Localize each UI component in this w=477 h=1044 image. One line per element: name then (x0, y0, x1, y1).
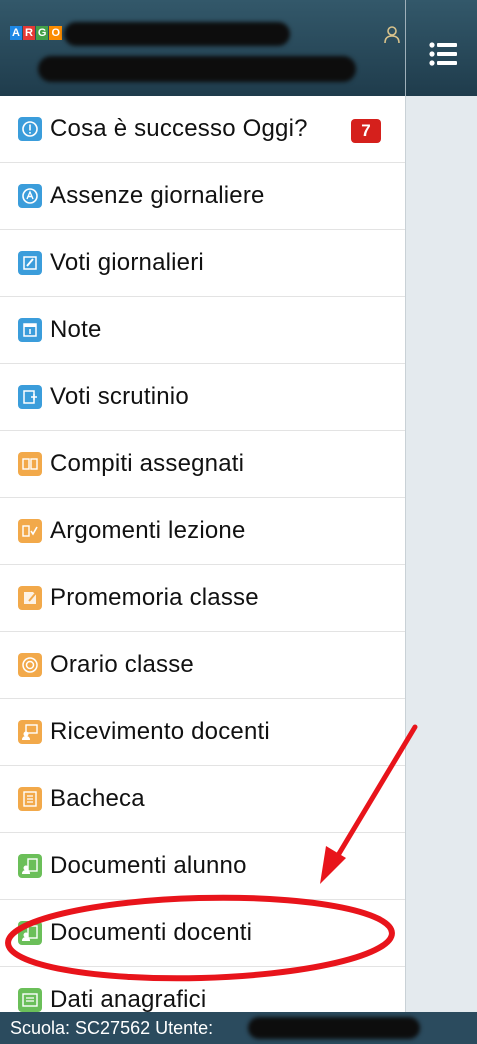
redacted-username (248, 1017, 420, 1039)
logo-letter: G (35, 26, 49, 40)
menu-item-label: Note (50, 316, 102, 343)
reminder-icon (18, 586, 42, 610)
teacher-meeting-icon (18, 720, 42, 744)
menu-item-label: Documenti docenti (50, 919, 253, 946)
menu-item-label: Ricevimento docenti (50, 718, 270, 745)
personal-data-icon (18, 988, 42, 1012)
menu-item-note[interactable]: Note (0, 297, 405, 364)
menu-item-bacheca[interactable]: Bacheca (0, 766, 405, 833)
redacted-student-name (64, 22, 290, 46)
absence-icon (18, 184, 42, 208)
top-bar (405, 0, 477, 96)
menu-item-documenti-alunno[interactable]: Documenti alunno (0, 833, 405, 900)
menu-item-label: Promemoria classe (50, 584, 259, 611)
sidebar-header: A R G O (0, 0, 405, 96)
sidebar-panel: A R G O Cosa è successo Oggi? 7 Assenze … (0, 0, 405, 1044)
menu-item-compiti-assegnati[interactable]: Compiti assegnati (0, 431, 405, 498)
menu-item-voti-scrutinio[interactable]: Voti scrutinio (0, 364, 405, 431)
menu-item-promemoria-classe[interactable]: Promemoria classe (0, 565, 405, 632)
menu-item-label: Voti scrutinio (50, 383, 189, 410)
note-icon (18, 318, 42, 342)
homework-icon (18, 452, 42, 476)
menu-item-label: Voti giornalieri (50, 249, 204, 276)
menu-item-label: Argomenti lezione (50, 517, 246, 544)
menu-item-argomenti-lezione[interactable]: Argomenti lezione (0, 498, 405, 565)
logo-letter: R (22, 26, 35, 40)
argo-logo: A R G O (10, 26, 63, 40)
list-menu-icon[interactable] (429, 41, 457, 67)
user-icon[interactable] (384, 26, 400, 44)
menu-item-voti-giornalieri[interactable]: Voti giornalieri (0, 230, 405, 297)
menu-item-label: Bacheca (50, 785, 145, 812)
menu-item-label: Assenze giornaliere (50, 182, 265, 209)
logo-letter: A (10, 26, 22, 40)
lesson-topics-icon (18, 519, 42, 543)
noticeboard-icon (18, 787, 42, 811)
redacted-school-name (38, 56, 356, 82)
menu-item-label: Documenti alunno (50, 852, 247, 879)
status-footer: Scuola: SC27562 Utente: (0, 1012, 477, 1044)
student-documents-icon (18, 854, 42, 878)
notification-badge: 7 (351, 119, 381, 143)
menu-item-documenti-docenti[interactable]: Documenti docenti (0, 900, 405, 967)
menu-item-ricevimento-docenti[interactable]: Ricevimento docenti (0, 699, 405, 766)
menu-item-label: Dati anagrafici (50, 986, 207, 1013)
menu-item-label: Compiti assegnati (50, 450, 245, 477)
final-grades-icon (18, 385, 42, 409)
info-icon (18, 117, 42, 141)
menu-item-orario-classe[interactable]: Orario classe (0, 632, 405, 699)
timetable-icon (18, 653, 42, 677)
menu-item-assenze-giornaliere[interactable]: Assenze giornaliere (0, 163, 405, 230)
menu-item-cosa-e-successo-oggi[interactable]: Cosa è successo Oggi? 7 (0, 96, 405, 163)
footer-text: Scuola: SC27562 Utente: (10, 1018, 214, 1038)
main-menu: Cosa è successo Oggi? 7 Assenze giornali… (0, 96, 405, 1034)
daily-grades-icon (18, 251, 42, 275)
menu-item-label: Cosa è successo Oggi? (50, 115, 308, 142)
teacher-documents-icon (18, 921, 42, 945)
content-area (405, 96, 477, 1012)
logo-letter: O (49, 26, 63, 40)
menu-item-label: Orario classe (50, 651, 194, 678)
